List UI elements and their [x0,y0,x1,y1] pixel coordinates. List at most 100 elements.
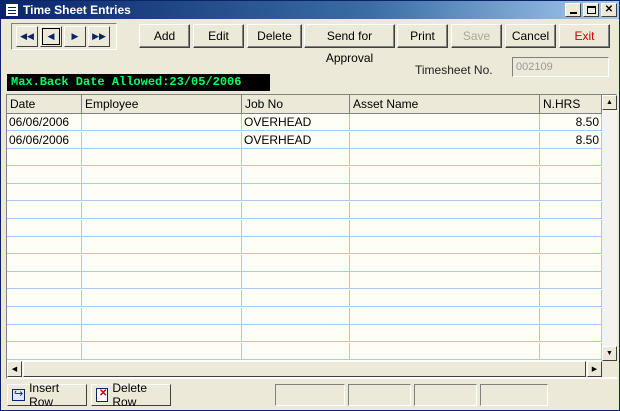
table-row[interactable] [7,307,602,325]
cell-n-hrs[interactable] [540,290,602,307]
table-row[interactable] [7,237,602,255]
cell-n-hrs[interactable] [540,219,602,237]
cell-n-hrs[interactable] [540,342,602,360]
exit-button[interactable]: Exit [559,24,610,48]
table-row[interactable] [7,219,602,237]
cell-job-no[interactable] [242,202,350,219]
save-button[interactable]: Save [451,24,502,48]
cell-job-no[interactable] [242,307,350,325]
horizontal-scroll-thumb[interactable] [23,361,586,377]
cell-job-no[interactable] [242,237,350,255]
horizontal-scrollbar[interactable]: ◀ ▶ [7,361,602,377]
scroll-left-button[interactable]: ◀ [7,361,22,377]
print-button[interactable]: Print [397,24,448,48]
cell-asset-name[interactable] [350,131,540,149]
delete-row-button[interactable]: Delete Row [91,381,171,409]
cell-n-hrs[interactable] [540,237,602,255]
cell-date[interactable]: 06/06/2006 [7,114,82,131]
cell-job-no[interactable] [242,272,350,290]
cell-n-hrs[interactable] [540,202,602,219]
cell-n-hrs[interactable] [540,272,602,290]
table-row[interactable] [7,272,602,290]
cell-date[interactable] [7,202,82,219]
table-row[interactable] [7,166,602,184]
cell-employee[interactable] [82,342,242,360]
cell-asset-name[interactable] [350,237,540,255]
column-header-n-hrs[interactable]: N.HRS [540,95,602,114]
table-row[interactable] [7,254,602,272]
table-row[interactable]: 06/06/2006 OVERHEAD 8.50 [7,131,602,149]
cell-date[interactable] [7,184,82,202]
cell-employee[interactable] [82,219,242,237]
edit-button[interactable]: Edit [193,24,244,48]
minimize-button[interactable] [565,3,581,17]
scroll-up-button[interactable]: ▲ [602,95,617,110]
cell-date[interactable] [7,272,82,290]
timesheet-grid[interactable]: Date Employee Job No Asset Name N.HRS 06… [6,94,617,379]
cell-n-hrs[interactable] [540,325,602,343]
cell-n-hrs[interactable]: 8.50 [540,131,602,149]
cell-date[interactable] [7,307,82,325]
delete-button[interactable]: Delete [247,24,302,48]
cell-date[interactable] [7,219,82,237]
cell-date[interactable] [7,325,82,343]
cell-asset-name[interactable] [350,149,540,167]
cell-date[interactable] [7,149,82,167]
cell-n-hrs[interactable] [540,166,602,184]
cell-employee[interactable] [82,307,242,325]
cell-asset-name[interactable] [350,307,540,325]
cell-employee[interactable] [82,254,242,272]
cell-employee[interactable] [82,272,242,290]
column-header-asset-name[interactable]: Asset Name [350,95,540,114]
column-header-employee[interactable]: Employee [82,95,242,114]
cell-employee[interactable] [82,325,242,343]
insert-row-button[interactable]: Insert Row [7,381,87,409]
cell-job-no[interactable]: OVERHEAD [242,131,350,149]
cell-date[interactable] [7,237,82,255]
vertical-scrollbar[interactable]: ▲ ▼ [602,95,617,361]
cell-employee[interactable] [82,237,242,255]
table-row[interactable] [7,290,602,307]
cell-job-no[interactable] [242,166,350,184]
cell-job-no[interactable] [242,290,350,307]
cell-asset-name[interactable] [350,184,540,202]
cell-employee[interactable] [82,184,242,202]
cell-n-hrs[interactable] [540,307,602,325]
table-row[interactable] [7,149,602,167]
cell-job-no[interactable] [242,149,350,167]
last-record-button[interactable]: ▶▶ [88,26,110,47]
cell-n-hrs[interactable]: 8.50 [540,114,602,131]
send-for-approval-button[interactable]: Send for Approval [304,24,395,65]
scroll-right-button[interactable]: ▶ [587,361,602,377]
table-row[interactable]: 06/06/2006 OVERHEAD 8.50 [7,114,602,131]
add-button[interactable]: Add [139,24,190,48]
scroll-down-button[interactable]: ▼ [602,346,617,361]
cell-employee[interactable] [82,149,242,167]
cell-asset-name[interactable] [350,342,540,360]
cell-employee[interactable] [82,114,242,131]
cell-asset-name[interactable] [350,272,540,290]
cell-asset-name[interactable] [350,219,540,237]
table-row[interactable] [7,325,602,343]
cell-asset-name[interactable] [350,166,540,184]
title-bar[interactable]: Time Sheet Entries ✕ [1,1,619,19]
next-record-button[interactable]: ▶ [64,26,86,47]
table-row[interactable] [7,202,602,219]
table-row[interactable] [7,184,602,202]
timesheet-no-field[interactable]: 002109 [512,57,609,77]
cell-asset-name[interactable] [350,325,540,343]
cell-job-no[interactable] [242,254,350,272]
previous-record-button[interactable]: ◀ [40,26,62,47]
cell-job-no[interactable]: OVERHEAD [242,114,350,131]
cancel-button[interactable]: Cancel [505,24,556,48]
column-header-date[interactable]: Date [7,95,82,114]
cell-employee[interactable] [82,166,242,184]
cell-asset-name[interactable] [350,114,540,131]
cell-job-no[interactable] [242,342,350,360]
first-record-button[interactable]: ◀◀ [16,26,38,47]
cell-employee[interactable] [82,202,242,219]
cell-date[interactable]: 06/06/2006 [7,131,82,149]
cell-employee[interactable] [82,131,242,149]
cell-n-hrs[interactable] [540,184,602,202]
cell-job-no[interactable] [242,325,350,343]
